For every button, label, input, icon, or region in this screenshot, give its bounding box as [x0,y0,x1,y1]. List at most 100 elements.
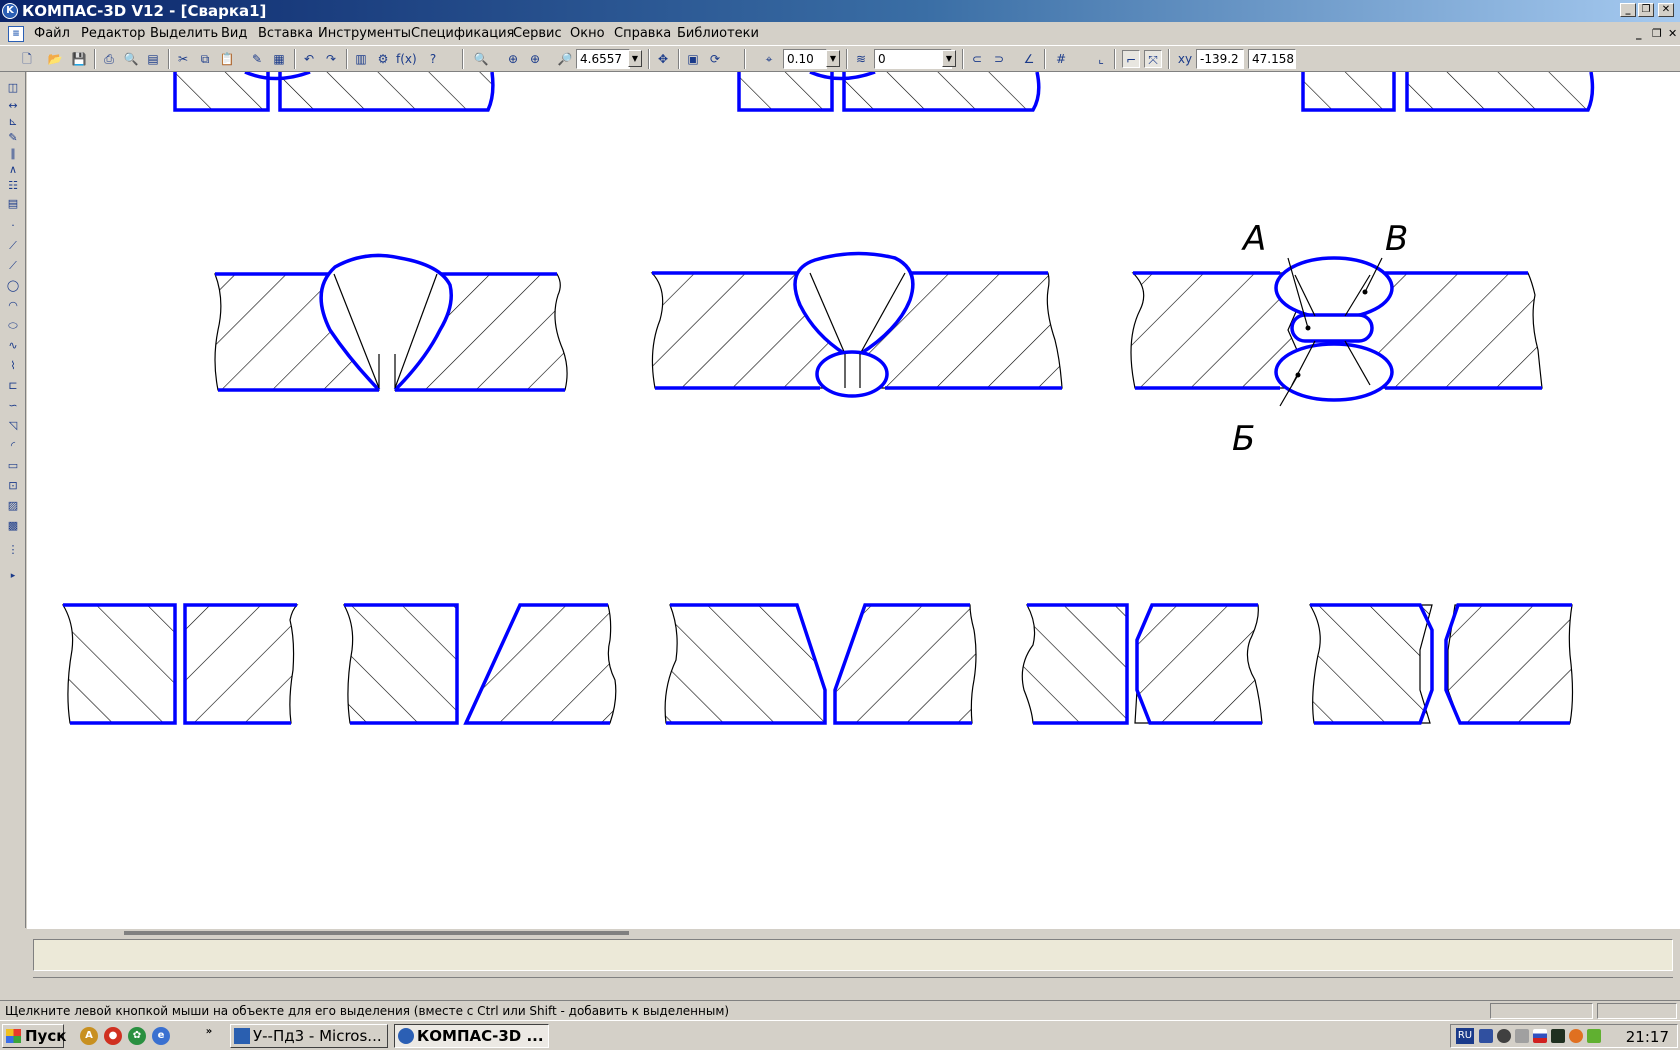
menu-tools[interactable]: Инструменты [318,26,411,41]
task-kompas[interactable]: КОМПАС-3D ... [394,1024,549,1048]
edge-prep-single-v[interactable] [664,603,977,725]
local-cs-icon[interactable]: ⌞ [1092,50,1110,68]
dimensions-panel-icon[interactable]: ↔ [5,98,21,114]
nvidia-icon[interactable] [1551,1029,1565,1043]
refresh-icon[interactable]: ⟳ [706,50,724,68]
cursor-step-icon[interactable]: ⌖ [760,50,778,68]
tray-app-icon[interactable] [1515,1029,1529,1043]
spec-panel-icon[interactable]: ▤ [5,196,21,212]
layer-field[interactable]: 0 [874,49,952,69]
equidistant-tool-icon[interactable]: ⊏ [5,378,21,394]
quicklaunch-icon-3[interactable]: ✿ [128,1027,146,1045]
snap-magnet-icon[interactable]: ⊂ [968,50,986,68]
edge-prep-square[interactable] [61,603,299,725]
doc-restore-icon[interactable]: ❐ [1652,27,1662,40]
arc-tool-icon[interactable]: ◠ [5,298,21,314]
property-panel-area[interactable] [33,939,1673,971]
snap-settings-icon[interactable]: ⊃ [990,50,1008,68]
internet-explorer-icon[interactable]: e [152,1027,170,1045]
close-button[interactable]: ✕ [1658,3,1674,17]
library-manager-icon[interactable]: ⚙ [374,50,392,68]
print-preview-icon[interactable]: 🔍 [122,50,140,68]
new-document-icon[interactable]: 🗋 [18,50,36,68]
kompas-logo-icon[interactable]: K [2,3,18,19]
polyline-tool-icon[interactable]: ⌇ [5,358,21,374]
zoom-all-icon[interactable]: ⊕ [504,50,522,68]
clock[interactable]: 21:17 [1626,1028,1669,1046]
zoom-window-icon[interactable]: 🔍 [472,50,490,68]
joint-top-1[interactable] [173,72,495,112]
layer-dropdown-icon[interactable]: ▼ [942,50,956,67]
coord-y-field[interactable]: 47.158 [1248,49,1296,69]
save-icon[interactable]: 💾 [70,50,88,68]
grid-icon[interactable]: # [1052,50,1070,68]
function-icon[interactable]: f(x) [396,50,417,68]
open-folder-icon[interactable]: 📂 [46,50,64,68]
fill-tool-icon[interactable]: ▩ [5,518,21,534]
redo-icon[interactable]: ↷ [322,50,340,68]
bezier-tool-icon[interactable]: ∽ [5,398,21,414]
ellipse-tool-icon[interactable]: ⬭ [5,318,21,334]
layers-icon[interactable]: ≋ [852,50,870,68]
language-indicator[interactable]: RU [1456,1028,1474,1044]
drawing-canvas[interactable]: А В Б [27,72,1680,928]
start-button[interactable]: Пуск [2,1024,66,1048]
cut-icon[interactable]: ✂ [174,50,192,68]
restore-button[interactable]: ❐ [1638,3,1654,17]
round-icon[interactable]: ⌐ [1122,50,1140,68]
security-icon[interactable] [1497,1029,1511,1043]
collection-tool-icon[interactable]: ⋮ [5,542,21,558]
quicklaunch-icon-1[interactable]: A [80,1027,98,1045]
orthogonal-mode-icon[interactable]: ⤧ [1144,50,1162,68]
menu-view[interactable]: Вид [221,26,247,41]
menu-window[interactable]: Окно [570,26,605,41]
print-setup-icon[interactable]: ▤ [144,50,162,68]
document-icon[interactable]: ≡ [8,26,24,42]
expand-arrow-icon[interactable]: ▸ [5,568,21,584]
undo-icon[interactable]: ↶ [300,50,318,68]
properties-brush-icon[interactable]: ✎ [248,50,266,68]
menu-specification[interactable]: Спецификация [411,26,514,41]
edge-prep-x[interactable] [1021,603,1263,725]
joint-top-3[interactable] [1301,72,1595,112]
point-tool-icon[interactable]: · [5,218,21,234]
variables-icon[interactable]: ▦ [270,50,288,68]
rectangle-tool-icon[interactable]: ▭ [5,458,21,474]
auxiliary-line-icon[interactable]: ⟋ [5,258,21,274]
doc-close-icon[interactable]: ✕ [1668,27,1677,40]
joint-top-2[interactable] [737,72,1041,112]
menu-help[interactable]: Справка [614,26,671,41]
regenerate-icon[interactable]: ▣ [684,50,702,68]
drawing-sheet[interactable]: А В Б [27,72,1680,928]
quicklaunch-more-icon[interactable]: » [203,1023,215,1041]
quicklaunch-icon-2[interactable]: ● [104,1027,122,1045]
manager-icon[interactable]: ▥ [352,50,370,68]
spline-tool-icon[interactable]: ∿ [5,338,21,354]
weld-joint-single-v[interactable] [214,253,568,392]
coord-x-field[interactable]: -139.2 [1196,49,1244,69]
network-icon[interactable] [1479,1029,1493,1043]
weld-joint-v-root[interactable] [650,251,1063,398]
update-icon[interactable] [1569,1029,1583,1043]
segment-tool-icon[interactable]: ⟋ [5,238,21,254]
pan-icon[interactable]: ✥ [654,50,672,68]
context-help-icon[interactable]: ? [424,50,442,68]
zoom-dropdown-icon[interactable]: ▼ [628,50,642,67]
menu-select[interactable]: Выделить [150,26,218,41]
zoom-scale-icon[interactable]: 🔎 [556,50,574,68]
measure-panel-icon[interactable]: ∧ [5,162,21,178]
menu-editor[interactable]: Редактор [81,26,145,41]
weld-joint-x[interactable]: А В Б [1130,219,1543,459]
menu-insert[interactable]: Вставка [258,26,313,41]
flag-icon[interactable] [1533,1029,1547,1043]
step-dropdown-icon[interactable]: ▼ [826,50,840,67]
paste-icon[interactable]: 📋 [218,50,236,68]
zoom-field[interactable]: 4.6557 [576,49,630,69]
ortho-icon[interactable]: ∠ [1020,50,1038,68]
edge-prep-single-bevel[interactable] [342,603,617,725]
symbols-panel-icon[interactable]: ⊾ [5,114,21,130]
geometry-panel-icon[interactable]: ◫ [5,80,21,96]
print-icon[interactable]: ⎙ [100,50,118,68]
task-word[interactable]: У--Пд3 - Micros... [230,1024,388,1048]
parametrization-panel-icon[interactable]: ∥ [5,146,21,162]
